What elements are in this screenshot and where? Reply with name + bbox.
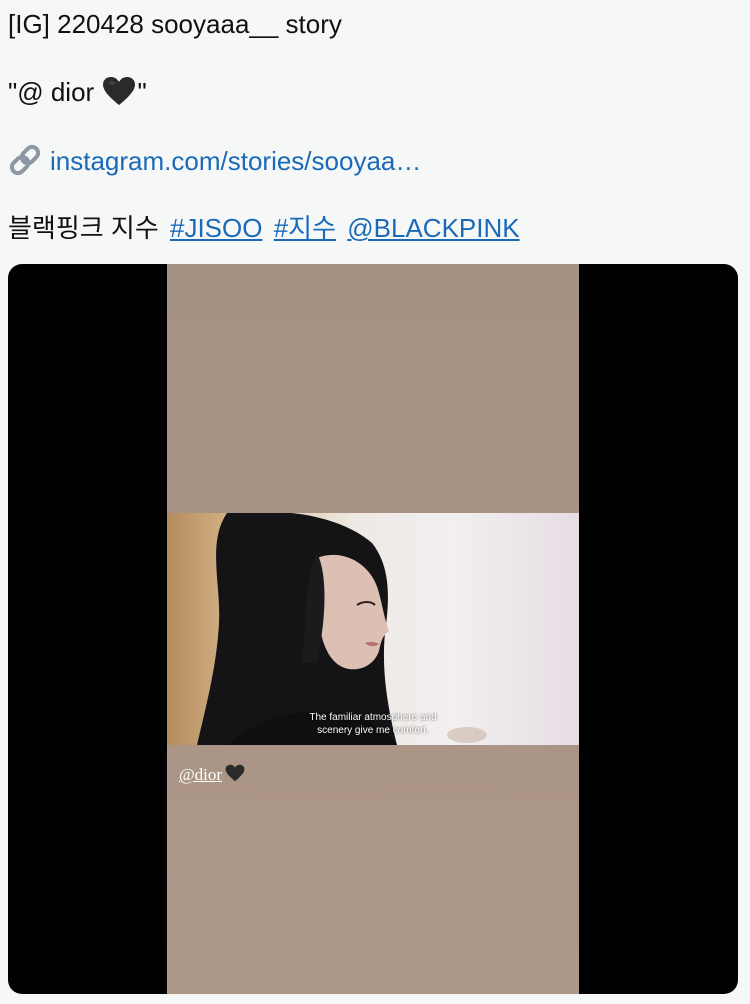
post-title: [IG] 220428 sooyaaa__ story <box>8 9 342 39</box>
video-subtitle: The familiar atmosphere and scenery give… <box>167 711 579 737</box>
subtitle-line-2: scenery give me comfort. <box>317 725 429 736</box>
link-icon <box>8 144 42 176</box>
instagram-story-link[interactable]: instagram.com/stories/sooyaa… <box>50 146 421 176</box>
hashtag-jisoo-korean[interactable]: #지수 <box>274 213 336 243</box>
sticker-mention[interactable]: @dior <box>179 765 222 784</box>
post-quote: "@ dior " <box>8 76 147 108</box>
hashtag-jisoo[interactable]: #JISOO <box>170 213 262 243</box>
dior-mention-sticker[interactable]: @dior <box>179 764 245 785</box>
mention-blackpink[interactable]: @BLACKPINK <box>347 213 519 243</box>
tweet-post: [IG] 220428 sooyaaa__ story "@ dior " in… <box>0 0 750 1004</box>
black-heart-icon <box>225 764 245 782</box>
caption-text: 블랙핑크 지수 <box>8 213 159 243</box>
media-video[interactable]: The familiar atmosphere and scenery give… <box>8 264 738 994</box>
caption-row: 블랙핑크 지수 #JISOO #지수 @BLACKPINK <box>8 212 520 244</box>
link-row: instagram.com/stories/sooyaa… <box>8 144 421 177</box>
subtitle-line-1: The familiar atmosphere and <box>309 712 437 723</box>
quote-close: " <box>137 77 147 107</box>
quote-text: "@ dior <box>8 77 95 107</box>
story-frame: The familiar atmosphere and scenery give… <box>167 264 579 994</box>
story-photo: The familiar atmosphere and scenery give… <box>167 513 579 745</box>
black-heart-icon <box>102 76 136 106</box>
